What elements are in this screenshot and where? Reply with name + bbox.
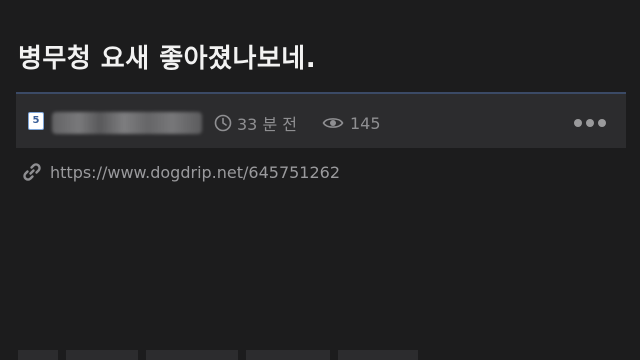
post-views: 145: [322, 112, 381, 134]
author-name-redacted[interactable]: [52, 112, 202, 134]
eye-icon: [322, 118, 344, 128]
post-link[interactable]: https://www.dogdrip.net/645751262: [50, 163, 340, 182]
post-time-text: 33 분 전: [237, 115, 297, 134]
post-views-count: 145: [350, 113, 381, 133]
clock-icon: [214, 114, 232, 132]
more-dot: [598, 119, 606, 127]
post-title: 병무청 요새 좋아졌나보네.: [18, 44, 317, 74]
post-link-row: https://www.dogdrip.net/645751262: [22, 162, 340, 182]
post-time: 33 분 전: [214, 112, 297, 134]
link-icon: [23, 163, 41, 181]
more-options-button[interactable]: [574, 113, 606, 133]
more-dot: [586, 119, 594, 127]
level-badge-icon: 5: [28, 112, 44, 130]
more-dot: [574, 119, 582, 127]
post-body-text-cutoff: [18, 350, 418, 360]
post-meta-bar: 5 33 분 전 145: [16, 92, 626, 148]
